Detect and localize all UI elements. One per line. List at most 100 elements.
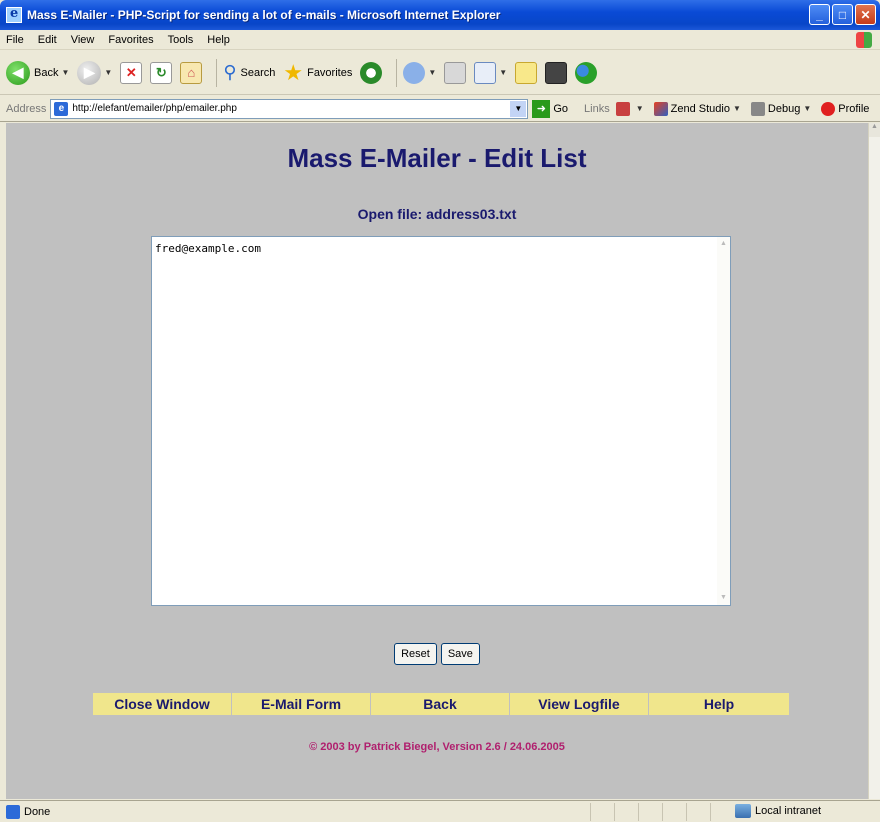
zend-studio-icon <box>653 101 668 116</box>
minimize-button[interactable]: _ <box>809 4 830 25</box>
mail-icon <box>403 61 426 84</box>
menu-bar: File Edit View Favorites Tools Help <box>0 30 880 50</box>
status-panel <box>638 803 662 821</box>
back-arrow-icon: ◀ <box>6 60 30 85</box>
search-button[interactable]: ⚲ Search <box>223 62 275 83</box>
debug-icon <box>750 101 765 116</box>
home-button[interactable]: ⌂ <box>180 61 203 84</box>
page-title: Mass E-Mailer - Edit List <box>287 143 587 173</box>
menu-help[interactable]: Help <box>207 34 230 46</box>
page-scroll-up-icon[interactable]: ▲ <box>869 123 880 137</box>
address-label: Address <box>6 102 47 115</box>
zend-studio-label: Zend Studio <box>670 102 730 115</box>
title-bar: Mass E-Mailer - PHP-Script for sending a… <box>0 0 880 30</box>
go-arrow-icon: ➜ <box>532 99 551 118</box>
page-content: Mass E-Mailer - Edit List Open file: add… <box>6 123 868 799</box>
menu-file[interactable]: File <box>6 34 24 46</box>
print-icon <box>444 61 467 84</box>
edit-button[interactable]: ▼ <box>474 61 507 84</box>
toolbar-divider <box>396 58 398 87</box>
nav-back[interactable]: Back <box>371 693 510 715</box>
research-icon <box>545 61 568 84</box>
forward-dropdown-icon[interactable]: ▼ <box>104 68 112 77</box>
address-list-textarea[interactable] <box>151 236 731 606</box>
textarea-scrollbar[interactable]: ▲ ▼ <box>717 237 730 605</box>
history-button[interactable] <box>360 61 383 84</box>
menu-view[interactable]: View <box>71 34 95 46</box>
back-button[interactable]: ◀ Back ▼ <box>6 60 69 85</box>
forward-arrow-icon: ▶ <box>77 60 102 85</box>
address-input[interactable]: e http://elefant/emailer/php/emailer.php… <box>50 98 529 119</box>
toolbar: ◀ Back ▼ ▶ ▼ ✕ ↻ ⌂ ⚲ Search ★ Favorites … <box>0 51 880 95</box>
search-label: Search <box>240 66 276 79</box>
note-icon <box>515 61 538 84</box>
mail-button[interactable]: ▼ <box>403 61 436 84</box>
toolbar-divider <box>216 58 218 87</box>
address-bar: Address e http://elefant/emailer/php/ema… <box>0 96 880 122</box>
page-scrollbar[interactable]: ▲ <box>868 123 880 799</box>
messenger-icon <box>575 61 598 84</box>
menu-favorites[interactable]: Favorites <box>108 34 153 46</box>
back-label: Back <box>34 66 59 79</box>
edit-page-icon <box>474 61 497 84</box>
back-dropdown-icon[interactable]: ▼ <box>61 68 69 77</box>
menu-tools[interactable]: Tools <box>168 34 194 46</box>
address-url: http://elefant/emailer/php/emailer.php <box>72 103 237 114</box>
stop-icon: ✕ <box>120 61 143 84</box>
scroll-down-icon[interactable]: ▼ <box>717 591 730 605</box>
stop-button[interactable]: ✕ <box>120 61 143 84</box>
open-file-label: Open file: address03.txt <box>357 206 517 222</box>
nav-view-logfile[interactable]: View Logfile <box>510 693 649 715</box>
link-dropdown-icon[interactable]: ▼ <box>636 104 644 113</box>
address-dropdown-icon[interactable]: ▼ <box>510 100 527 117</box>
forward-button[interactable]: ▶ ▼ <box>77 60 112 85</box>
status-panels <box>590 803 734 821</box>
mail-dropdown-icon[interactable]: ▼ <box>428 68 436 77</box>
nav-help[interactable]: Help <box>649 693 789 715</box>
window-title: Mass E-Mailer - PHP-Script for sending a… <box>27 8 501 22</box>
status-text: Done <box>24 805 51 818</box>
status-panel <box>590 803 614 821</box>
nav-email-form[interactable]: E-Mail Form <box>232 693 371 715</box>
debug-dropdown-icon[interactable]: ▼ <box>803 104 811 113</box>
links-label[interactable]: Links <box>584 103 610 115</box>
history-icon <box>360 61 383 84</box>
research-button[interactable] <box>545 61 568 84</box>
intranet-icon <box>735 804 751 818</box>
edit-dropdown-icon[interactable]: ▼ <box>499 68 507 77</box>
zend-studio-button[interactable]: Zend Studio ▼ <box>653 101 741 116</box>
nav-close-window[interactable]: Close Window <box>93 693 232 715</box>
debug-label: Debug <box>767 102 801 115</box>
status-panel <box>614 803 638 821</box>
home-icon: ⌂ <box>180 61 203 84</box>
profile-button[interactable]: Profile <box>821 101 870 116</box>
reset-button[interactable]: Reset <box>394 643 437 665</box>
messenger-button[interactable] <box>575 61 598 84</box>
security-zone: Local intranet <box>735 804 821 818</box>
link-extension-button[interactable]: ▼ <box>615 101 644 116</box>
menu-edit[interactable]: Edit <box>38 34 57 46</box>
close-window-button[interactable]: ✕ <box>855 4 876 25</box>
favorites-star-icon: ★ <box>283 59 304 85</box>
refresh-button[interactable]: ↻ <box>150 61 173 84</box>
favorites-label: Favorites <box>307 66 353 79</box>
print-button[interactable] <box>444 61 467 84</box>
status-bar: Done Local intranet <box>0 800 880 822</box>
go-button[interactable]: ➜ Go <box>532 99 568 118</box>
zend-dropdown-icon[interactable]: ▼ <box>733 104 741 113</box>
maximize-button[interactable]: □ <box>832 4 853 25</box>
status-panel <box>662 803 686 821</box>
windows-logo-icon <box>856 32 872 48</box>
copyright-text: © 2003 by Patrick Biegel, Version 2.6 / … <box>309 741 565 753</box>
page-icon: e <box>54 101 69 116</box>
favorites-button[interactable]: ★ Favorites <box>283 60 352 86</box>
profile-label: Profile <box>838 102 870 115</box>
nav-bar: Close Window E-Mail Form Back View Logfi… <box>93 693 789 715</box>
debug-button[interactable]: Debug ▼ <box>750 101 811 116</box>
profile-icon <box>821 101 836 116</box>
scroll-up-icon[interactable]: ▲ <box>717 237 730 251</box>
discuss-button[interactable] <box>515 61 538 84</box>
search-icon: ⚲ <box>223 62 237 82</box>
zone-label: Local intranet <box>755 805 822 817</box>
save-button[interactable]: Save <box>440 643 480 665</box>
